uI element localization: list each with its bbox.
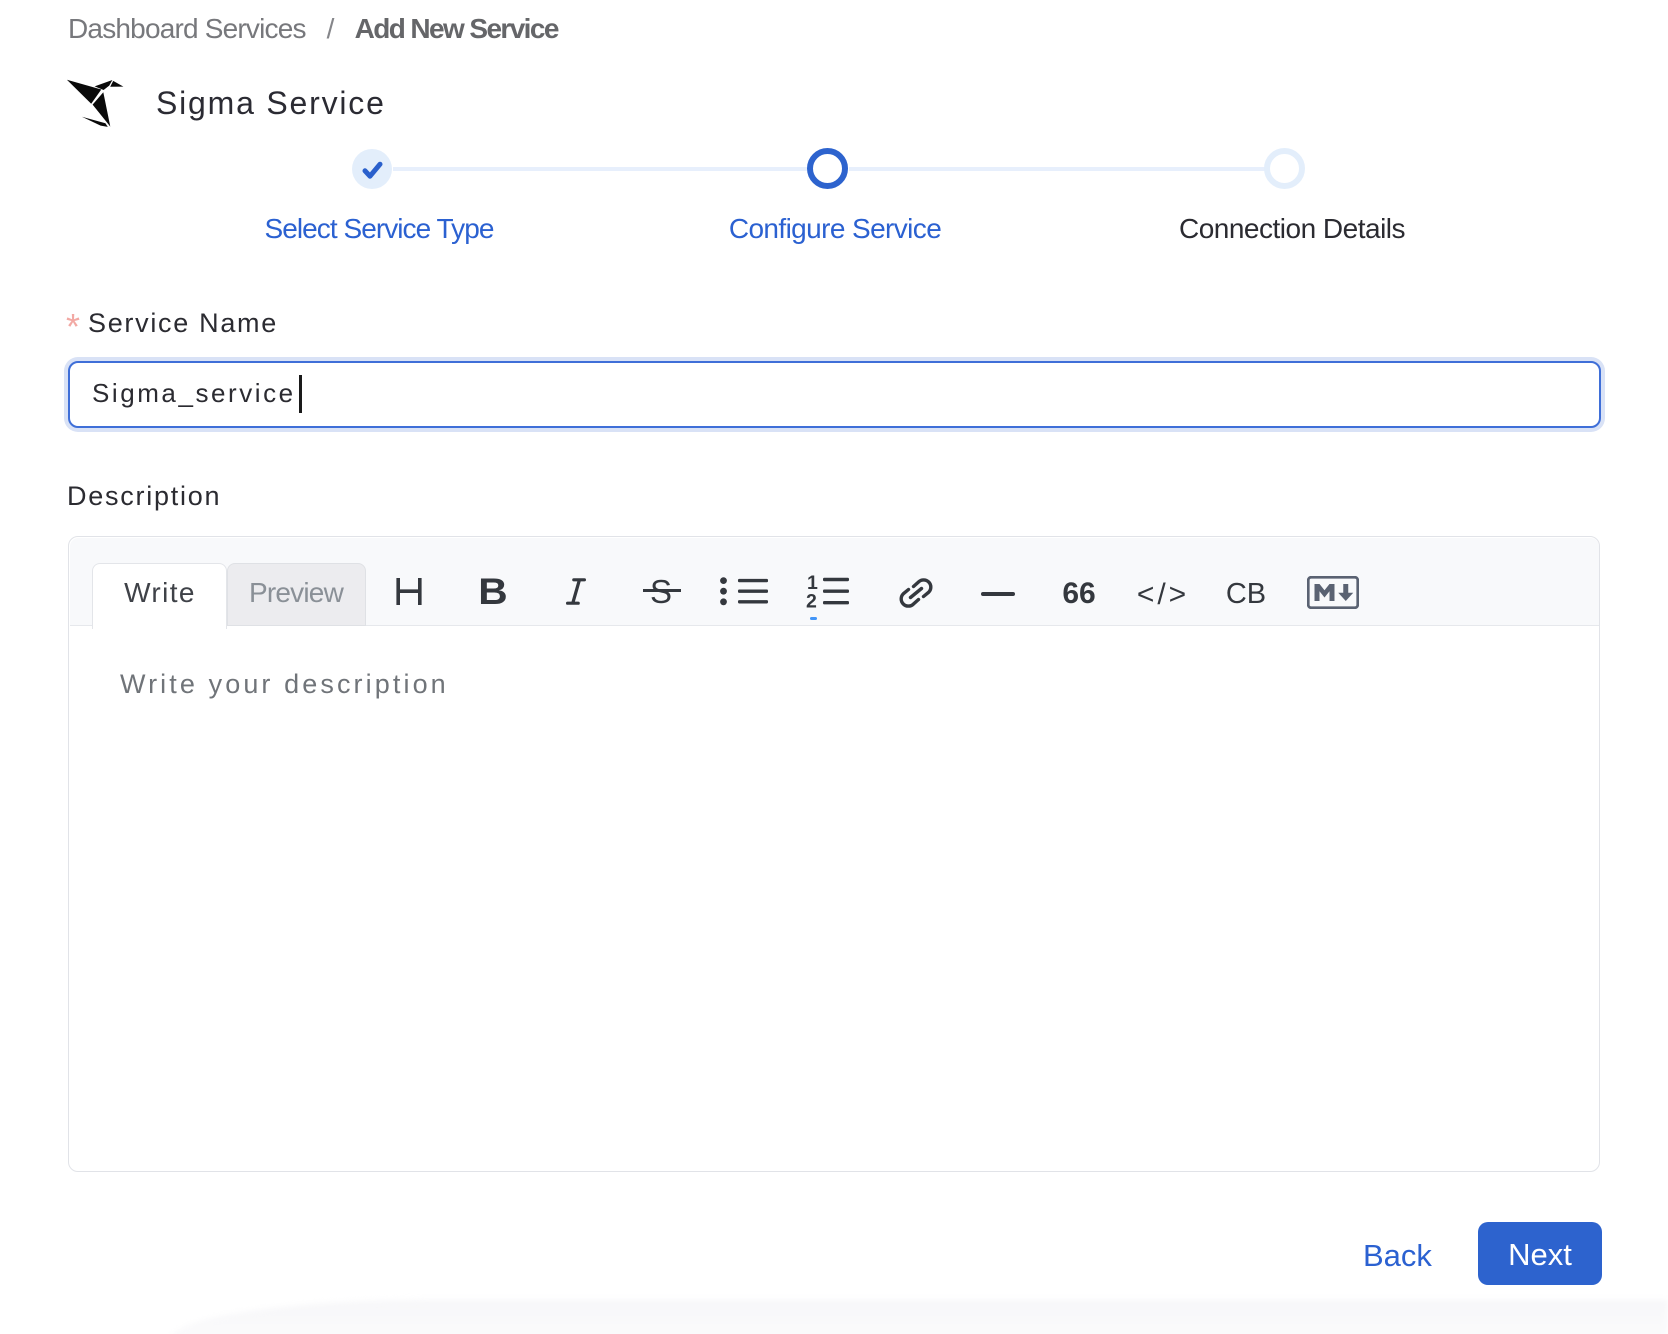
svg-text:2: 2	[806, 591, 817, 613]
